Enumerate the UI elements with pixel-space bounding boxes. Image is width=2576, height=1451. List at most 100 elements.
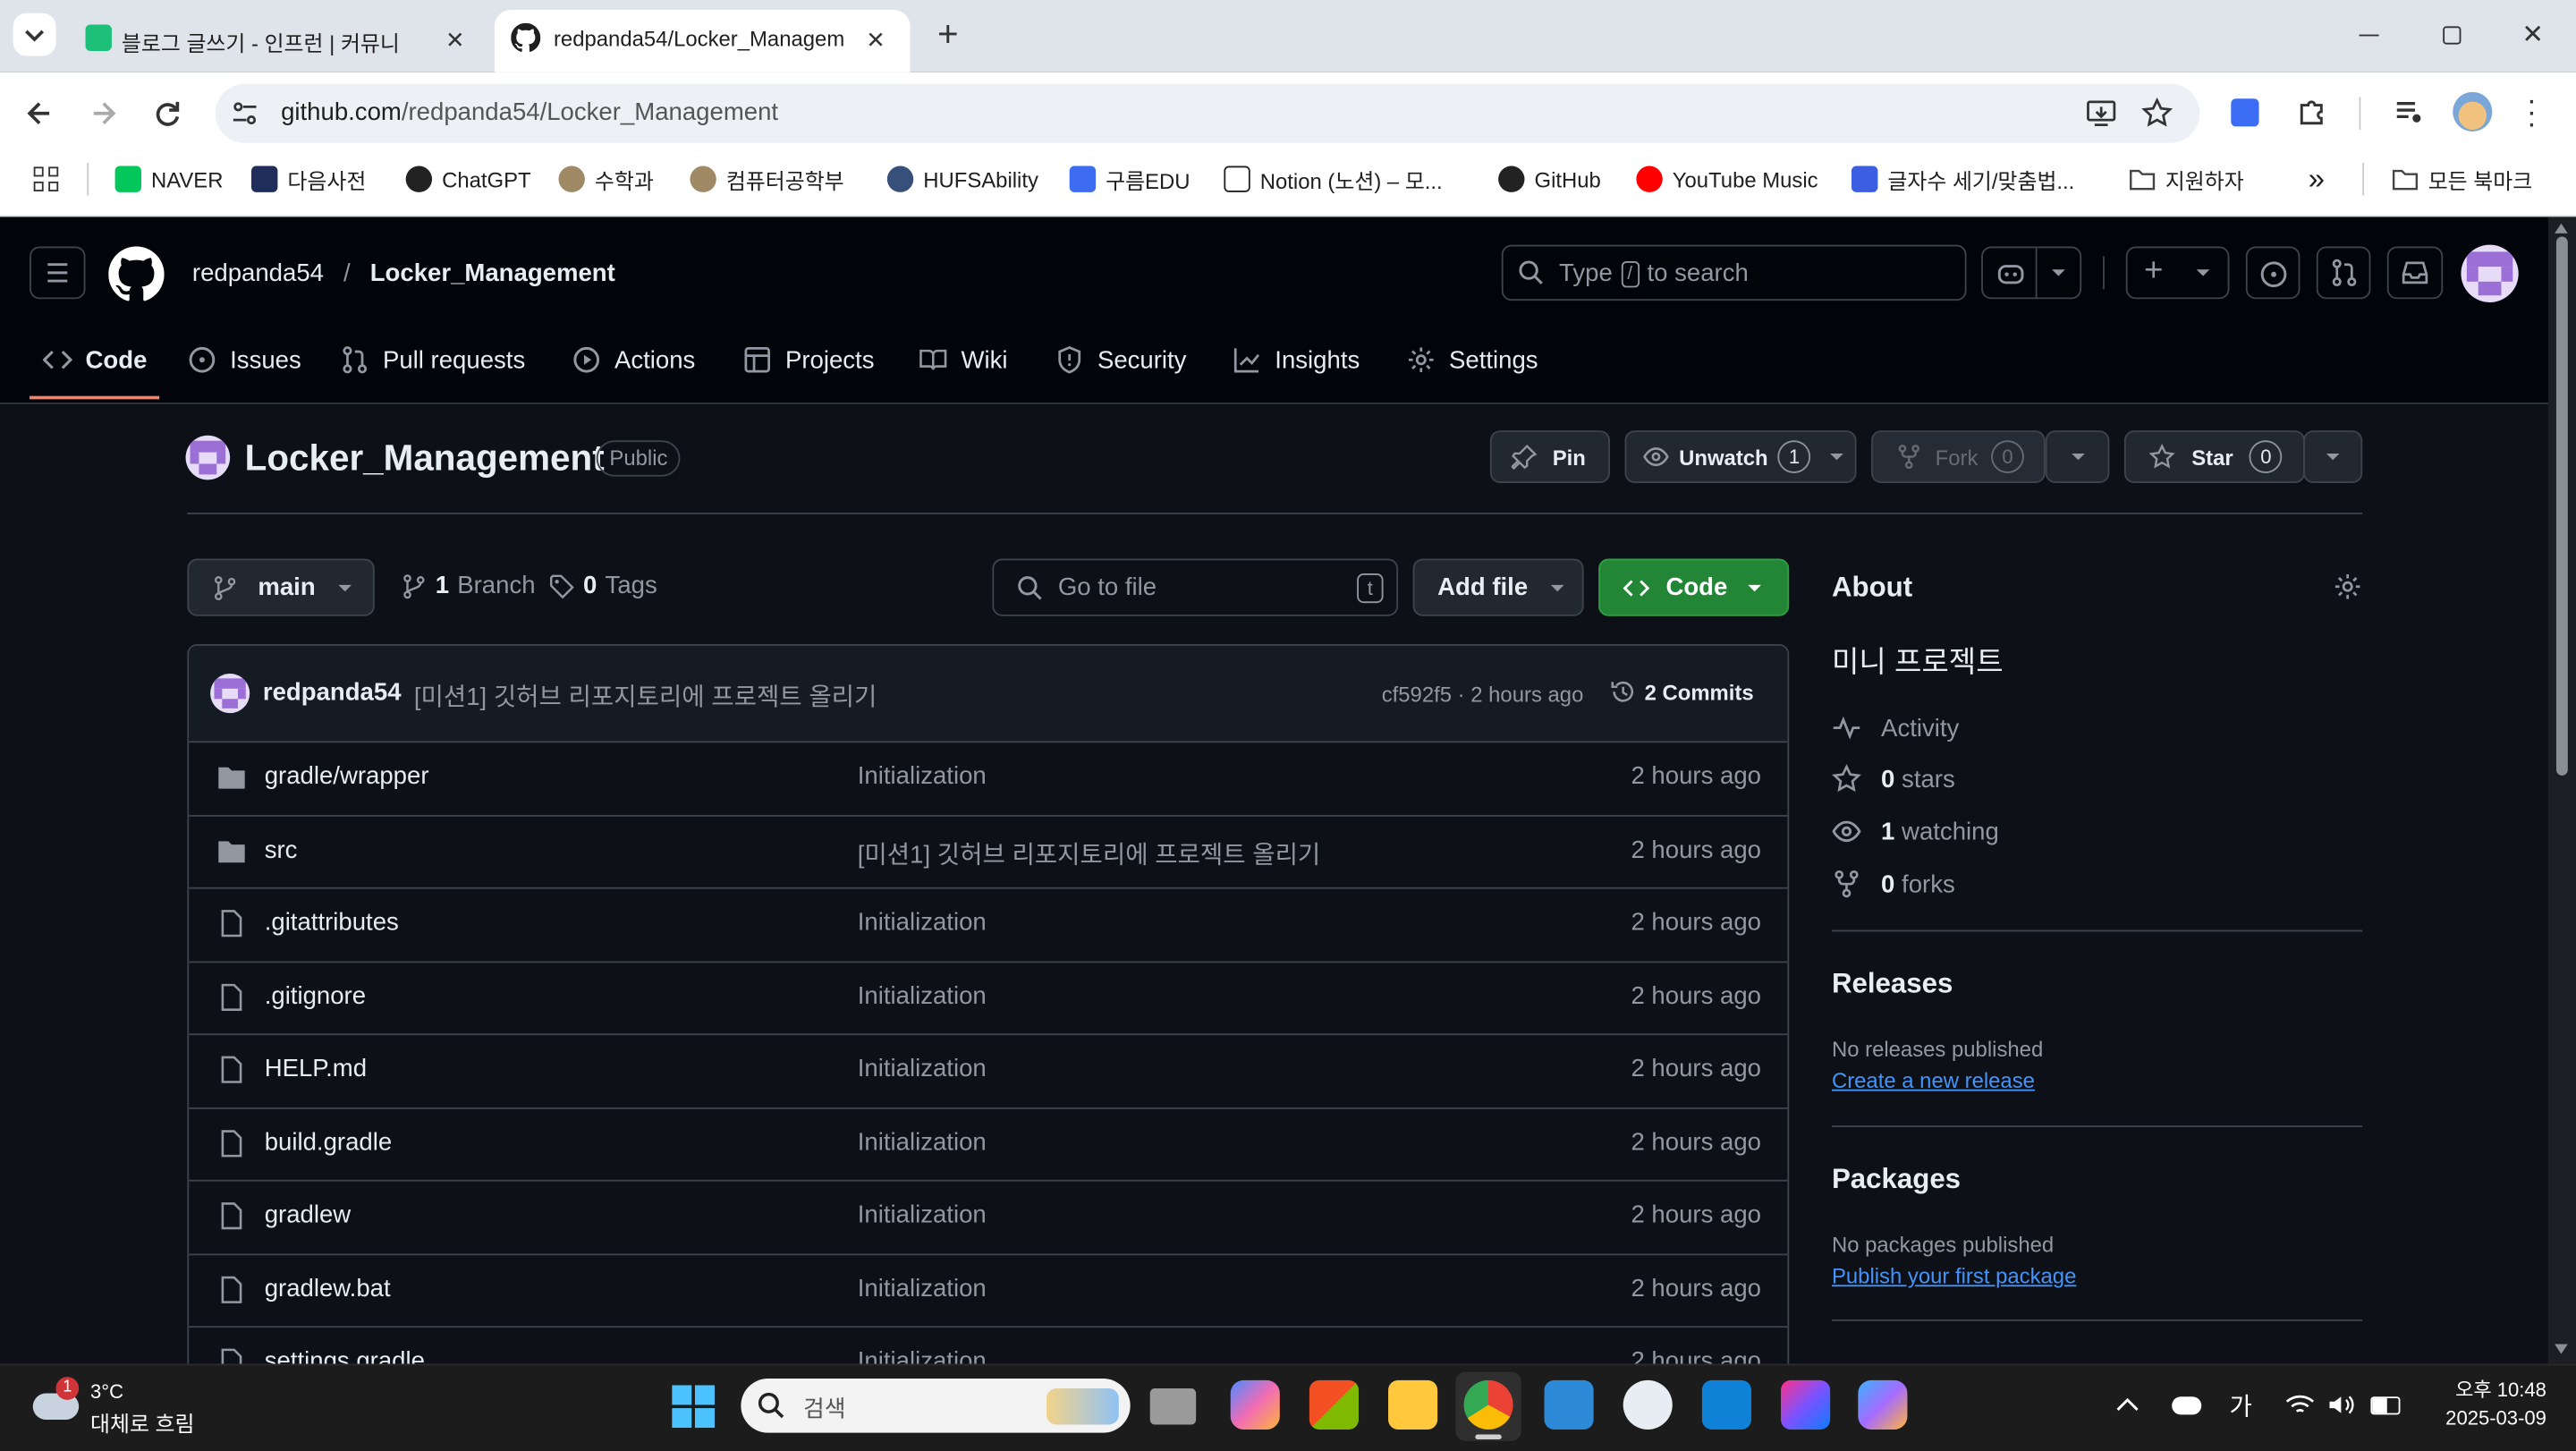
forks-link[interactable]: 0 forks	[1832, 868, 1955, 901]
tab-actions[interactable]: Actions	[572, 342, 695, 378]
tab-search-button[interactable]	[13, 13, 56, 56]
bookmark-star-icon[interactable]	[2140, 97, 2174, 130]
file-commit-message[interactable]: Initialization	[858, 762, 987, 790]
file-name[interactable]: HELP.md	[265, 1055, 367, 1082]
tab-issues[interactable]: Issues	[187, 342, 301, 378]
close-window-icon[interactable]: ✕	[2521, 18, 2547, 51]
file-commit-message[interactable]: Initialization	[858, 981, 987, 1009]
battery-icon[interactable]	[2370, 1396, 2401, 1415]
taskbar-search-input[interactable]: 검색	[741, 1379, 1131, 1433]
bookmark-goorm[interactable]: 구름EDU	[1069, 165, 1190, 194]
install-app-icon[interactable]	[2085, 97, 2118, 130]
bookmark-youtube-music[interactable]: YouTube Music	[1636, 165, 1818, 194]
scroll-down-icon[interactable]	[2555, 1344, 2568, 1354]
site-info-icon[interactable]	[228, 97, 261, 130]
repo-link[interactable]: Locker_Management	[370, 259, 615, 287]
user-avatar[interactable]	[2461, 244, 2519, 302]
branch-selector[interactable]: main	[187, 558, 375, 616]
bookmark-chatgpt[interactable]: ChatGPT	[405, 165, 531, 194]
file-row[interactable]: gradlew.bat Initialization 2 hours ago	[189, 1252, 1788, 1328]
file-name[interactable]: gradle/wrapper	[265, 762, 429, 790]
star-button[interactable]: Star 0	[2123, 430, 2305, 484]
chrome-icon[interactable]	[1463, 1379, 1513, 1430]
tab-wiki[interactable]: Wiki	[919, 342, 1008, 378]
triangle-down-icon[interactable]	[2048, 267, 2068, 280]
unwatch-button[interactable]: Unwatch 1	[1624, 430, 1857, 484]
repo-title[interactable]: Locker_Management	[245, 437, 605, 480]
file-name[interactable]: src	[265, 836, 298, 863]
owner-link[interactable]: redpanda54	[192, 259, 324, 287]
clock-app-icon[interactable]	[1623, 1379, 1673, 1430]
file-name[interactable]: gradlew	[265, 1201, 351, 1229]
commit-sha-time[interactable]: cf592f5 · 2 hours ago	[1382, 682, 1584, 707]
tags-link[interactable]: 0 Tags	[548, 572, 657, 599]
file-commit-message[interactable]: Initialization	[858, 1201, 987, 1229]
bookmark-math[interactable]: 수학과	[558, 165, 654, 194]
tab-settings[interactable]: Settings	[1406, 342, 1538, 378]
tab-projects[interactable]: Projects	[742, 342, 874, 378]
tab-security[interactable]: Security	[1055, 342, 1186, 378]
notepad-icon[interactable]	[1544, 1379, 1594, 1430]
tab-insights[interactable]: Insights	[1233, 342, 1360, 378]
microsoft-365-icon[interactable]	[1858, 1379, 1908, 1430]
weather-widget[interactable]: 1 3°C 대체로 흐림	[30, 1377, 276, 1436]
tab-inflearn[interactable]: 블로그 글쓰기 - 인프런 | 커뮤니 ✕	[72, 10, 490, 72]
file-commit-message[interactable]: [미션1] 깃허브 리포지토리에 프로젝트 올리기	[858, 836, 1321, 870]
all-bookmarks-button[interactable]: 모든 북마크	[2392, 165, 2532, 194]
copilot-app-icon[interactable]	[1230, 1379, 1280, 1430]
pin-button[interactable]: Pin	[1489, 430, 1611, 484]
file-row[interactable]: .gitignore Initialization 2 hours ago	[189, 960, 1788, 1035]
forward-arrow-icon[interactable]	[87, 97, 120, 130]
minimize-icon[interactable]	[2359, 34, 2379, 37]
create-new-button[interactable]: +	[2125, 246, 2230, 300]
tab-code[interactable]: Code	[42, 342, 147, 378]
file-explorer-icon[interactable]	[1388, 1379, 1438, 1430]
file-commit-message[interactable]: Initialization	[858, 1274, 987, 1302]
inbox-button[interactable]	[2386, 246, 2444, 300]
create-release-link[interactable]: Create a new release	[1832, 1068, 2035, 1093]
restore-icon[interactable]	[2443, 26, 2462, 45]
file-name[interactable]: .gitignore	[265, 981, 366, 1009]
bookmark-char-count[interactable]: 글자수 세기/맞춤법...	[1852, 165, 2074, 194]
apps-grid-icon[interactable]	[33, 166, 59, 192]
file-row[interactable]: gradle/wrapper Initialization 2 hours ag…	[189, 741, 1788, 815]
file-name[interactable]: .gitattributes	[265, 909, 399, 937]
address-bar[interactable]: github.com/redpanda54/Locker_Management	[215, 83, 2200, 143]
file-row[interactable]: build.gradle Initialization 2 hours ago	[189, 1107, 1788, 1181]
bookmark-cse[interactable]: 컴퓨터공학부	[690, 165, 844, 194]
gear-icon[interactable]	[2333, 572, 2362, 601]
global-search-input[interactable]: Type / to search	[1501, 244, 1967, 301]
bookmark-folder-apply[interactable]: 지원하자	[2129, 165, 2244, 194]
store-icon[interactable]	[1309, 1379, 1359, 1430]
watchers-link[interactable]: 1 watching	[1832, 815, 1999, 848]
extension-checkbox-icon[interactable]	[2231, 98, 2259, 127]
file-row[interactable]: HELP.md Initialization 2 hours ago	[189, 1033, 1788, 1107]
reload-icon[interactable]	[151, 97, 184, 130]
file-commit-message[interactable]: Initialization	[858, 1055, 987, 1082]
file-commit-message[interactable]: Initialization	[858, 1128, 987, 1156]
bookmarks-overflow-button[interactable]: »	[2309, 162, 2325, 195]
activity-link[interactable]: Activity	[1832, 711, 1959, 744]
chevron-up-icon[interactable]	[2114, 1395, 2140, 1414]
intellij-icon[interactable]	[1781, 1379, 1831, 1430]
file-row[interactable]: .gitattributes Initialization 2 hours ag…	[189, 887, 1788, 962]
chrome-menu-icon[interactable]: · · ·	[2527, 86, 2537, 139]
star-lists-dropdown-button[interactable]	[2303, 430, 2363, 484]
extensions-puzzle-icon[interactable]	[2295, 96, 2328, 129]
scrollbar-thumb[interactable]	[2555, 236, 2568, 776]
close-tab-icon[interactable]: ✕	[860, 25, 890, 55]
issues-shortcut-button[interactable]	[2245, 246, 2301, 300]
bookmark-notion[interactable]: Notion (노션) – 모...	[1224, 165, 1443, 194]
file-row[interactable]: gradlew Initialization 2 hours ago	[189, 1179, 1788, 1254]
commit-author-avatar[interactable]	[210, 674, 250, 714]
profile-avatar[interactable]	[2453, 91, 2493, 132]
file-row[interactable]: src [미션1] 깃허브 리포지토리에 프로젝트 올리기 2 hours ag…	[189, 814, 1788, 888]
bookmark-daum-dict[interactable]: 다음사전	[251, 165, 366, 194]
tab-pull-requests[interactable]: Pull requests	[340, 342, 525, 378]
commit-message[interactable]: [미션1] 깃허브 리포지토리에 프로젝트 올리기	[414, 679, 877, 714]
bookmark-naver[interactable]: NAVER	[114, 165, 223, 194]
file-name[interactable]: gradlew.bat	[265, 1274, 391, 1302]
global-menu-button[interactable]	[30, 246, 86, 300]
file-name[interactable]: build.gradle	[265, 1128, 392, 1156]
code-button[interactable]: Code	[1598, 558, 1790, 616]
